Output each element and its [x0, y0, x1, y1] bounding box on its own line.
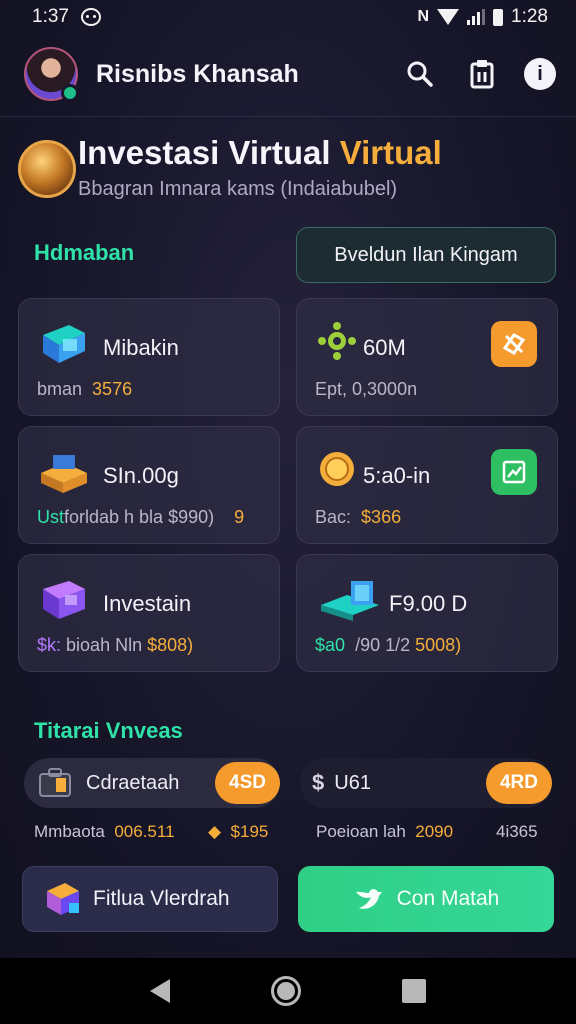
bird-icon [353, 884, 383, 914]
cash-icon: ◆ [208, 822, 222, 841]
header-actions: i [400, 54, 556, 94]
stat-value: 2090 [415, 822, 454, 841]
hero-section: Investasi Virtual Virtual Bbagran Imnara… [18, 134, 558, 214]
card-sub-label: /90 1/2 [355, 635, 411, 655]
card-title: 60M [363, 335, 406, 360]
status-right: N 1:28 [417, 6, 548, 28]
card-subtitle: Ustforldab h bla $990) 9 [37, 507, 244, 528]
card-sub-value: 3576 [92, 379, 133, 399]
section-label: Hdmaban [34, 240, 135, 265]
card-subtitle: $k: bioah Nln $808) [37, 635, 193, 656]
asset-name: U61 [334, 771, 371, 794]
system-nav-bar [0, 958, 576, 1024]
search-icon[interactable] [400, 54, 440, 94]
card-title: SIn.00g [103, 463, 179, 488]
stat-item: 4i365 [496, 822, 538, 842]
battery-icon [493, 8, 504, 26]
gear-icon [317, 321, 367, 367]
card-sub-label: Ept, 0,3000n [315, 379, 418, 399]
status-bar: 1:37 N 1:28 [0, 0, 576, 34]
card-sub-value: 5008) [415, 635, 462, 655]
asset-name: Cdraetaah [86, 771, 180, 794]
signal-icon [467, 9, 486, 25]
card-sub-label: bioah Nln [66, 635, 143, 655]
stat-item: ◆ $195 [208, 822, 268, 842]
asset-tag[interactable]: 4SD [215, 762, 280, 804]
hero-subtitle: Bbagran Imnara kams (Indaiabubel) [78, 178, 398, 200]
laptop-icon [317, 577, 379, 623]
card-title: Investain [103, 591, 192, 616]
stat-label: 4i365 [496, 822, 538, 841]
stat-value: $195 [230, 822, 269, 841]
app-header: Risnibs Khansah i [24, 44, 556, 104]
stat-label: Poeioan lah [316, 822, 406, 841]
stat-item: Mmbaota 006.511 [34, 822, 175, 842]
card-title: F9.00 D [389, 591, 468, 616]
status-time: 1:37 [32, 6, 69, 27]
card-sub-label: Bac: [315, 507, 352, 527]
card-sub-prefix: Ust [37, 507, 64, 527]
asset-item[interactable]: Cdraetaah 4SD [24, 758, 280, 808]
hero-title-main: Investasi Virtual [78, 134, 331, 171]
info-button[interactable]: i [524, 58, 556, 90]
avatar[interactable] [24, 47, 79, 102]
dollar-icon: $ [312, 770, 325, 795]
right-action-button[interactable]: Con Matah [298, 866, 554, 932]
status-left: 1:37 [32, 6, 101, 28]
section-title: Titarai Vnveas [34, 718, 183, 743]
card-sin00g[interactable]: SIn.00g Ustforldab h bla $990) 9 [18, 426, 280, 544]
coin-icon [18, 140, 76, 198]
card-subtitle: Ept, 0,3000n [315, 379, 417, 400]
wifi-icon [437, 9, 460, 25]
card-sub-value: $366 [361, 507, 402, 527]
cat-icon [80, 8, 101, 26]
card-sub-label: bman [37, 379, 83, 399]
asset-tag[interactable]: 4RD [485, 762, 552, 804]
stat-label: Mmbaota [34, 822, 105, 841]
card-sub-value: 9 [234, 507, 245, 527]
chart-badge-icon[interactable] [491, 449, 537, 495]
app-screen: 1:37 N 1:28 Risnibs Khansah i Investasi … [0, 0, 576, 958]
nfc-icon: N [417, 8, 430, 25]
card-title: 5:a0-in [363, 463, 431, 488]
left-action-label: Fitlua Vlerdrah [93, 887, 230, 910]
card-investain[interactable]: Investain $k: bioah Nln $808) [18, 554, 280, 672]
card-title: Mibakin [103, 335, 179, 360]
briefcase-icon [38, 766, 72, 800]
card-subtitle: Bac: $366 [315, 507, 401, 528]
card-mibakin[interactable]: Mibakin bman 3576 [18, 298, 280, 416]
hero-title: Investasi Virtual Virtual [78, 134, 442, 172]
card-f900d[interactable]: F9.00 D $a0 /90 1/2 5008) [296, 554, 558, 672]
header-divider [0, 116, 576, 117]
stat-value: 006.511 [114, 822, 175, 841]
card-subtitle: $a0 /90 1/2 5008) [315, 635, 461, 656]
status-clock: 1:28 [511, 6, 548, 27]
app-title: Risnibs Khansah [96, 59, 299, 88]
swap-badge-icon[interactable] [491, 321, 537, 367]
card-sub-prefix: $k: [37, 635, 62, 655]
asset-item[interactable]: $ U61 4RD [300, 758, 552, 808]
card-sub-value: $808) [147, 635, 194, 655]
clipboard-icon[interactable] [462, 54, 502, 94]
sun-coin-icon [317, 449, 367, 495]
right-action-label: Con Matah [396, 887, 500, 910]
monitor-icon [39, 321, 89, 367]
cube-icon [39, 577, 89, 623]
back-icon[interactable] [150, 979, 171, 1003]
card-60m[interactable]: 60M Ept, 0,3000n [296, 298, 558, 416]
home-icon[interactable] [270, 976, 301, 1006]
section-action-button[interactable]: Bveldun Ilan Kingam [296, 227, 556, 283]
left-action-button[interactable]: Fitlua Vlerdrah [22, 866, 278, 932]
card-sub-label: forldab h bla $990) [64, 507, 215, 527]
hero-title-accent: Virtual [339, 134, 442, 171]
wallet-icon [39, 449, 89, 495]
card-subtitle: bman 3576 [37, 379, 132, 400]
recent-apps-icon[interactable] [401, 979, 426, 1003]
stat-item: Poeioan lah 2090 [316, 822, 453, 842]
card-sub-prefix: $a0 [315, 635, 346, 655]
online-badge-icon [61, 84, 79, 102]
box-icon [43, 879, 83, 919]
card-5a0in[interactable]: 5:a0-in Bac: $366 [296, 426, 558, 544]
